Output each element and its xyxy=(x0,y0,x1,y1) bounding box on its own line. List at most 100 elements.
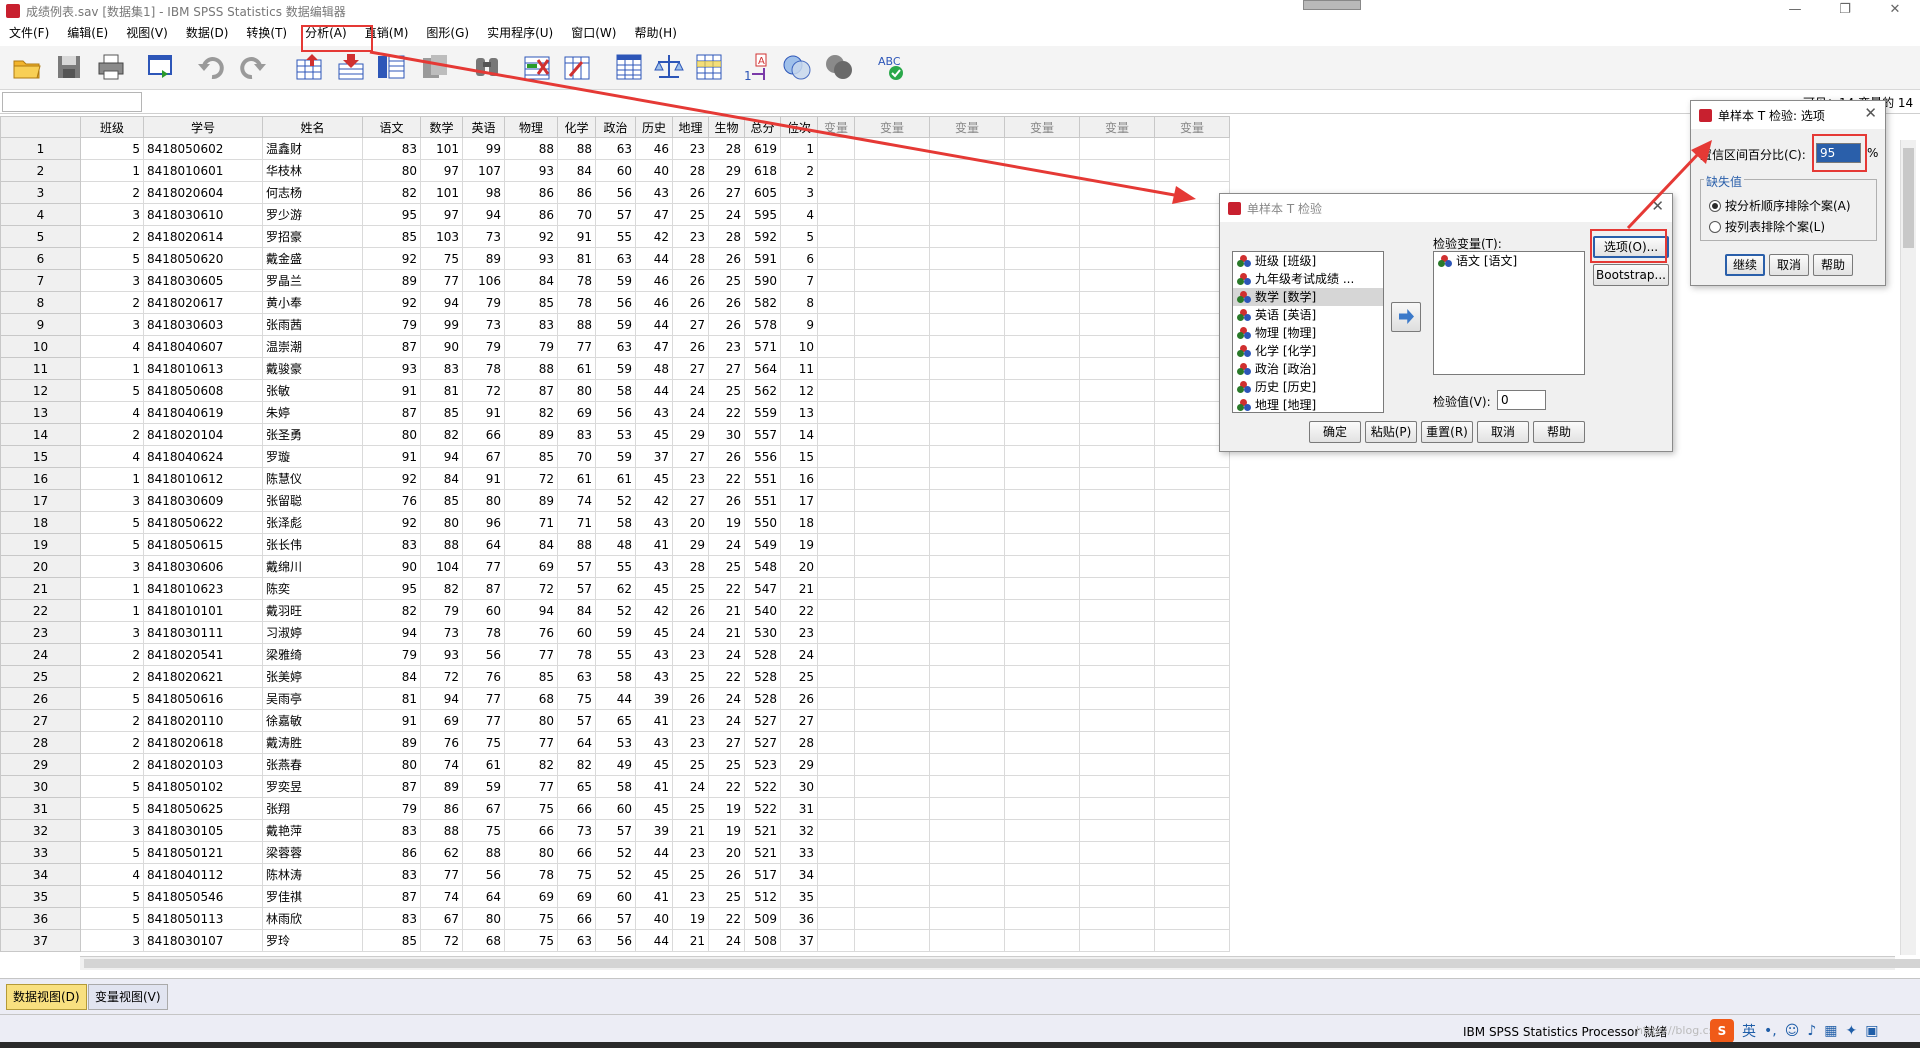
data-cell[interactable]: 21 xyxy=(780,577,818,600)
data-cell[interactable]: 77 xyxy=(420,863,463,886)
column-header-empty-var[interactable]: 变量 xyxy=(1154,116,1230,138)
data-cell[interactable]: 张敏 xyxy=(262,379,363,402)
data-cell[interactable]: 82 xyxy=(504,753,558,776)
horizontal-scrollbar[interactable] xyxy=(80,956,1920,970)
data-cell[interactable]: 84 xyxy=(420,467,463,490)
data-cell[interactable]: 69 xyxy=(557,885,596,908)
data-cell[interactable]: 87 xyxy=(362,401,421,424)
row-number-cell[interactable]: 30 xyxy=(0,775,81,798)
data-cell[interactable]: 8418010601 xyxy=(143,159,263,182)
data-cell[interactable]: 87 xyxy=(504,379,558,402)
data-cell[interactable]: 78 xyxy=(557,291,596,314)
data-cell[interactable]: 97 xyxy=(420,159,463,182)
data-cell[interactable]: 29 xyxy=(780,753,818,776)
variables-icon[interactable] xyxy=(376,52,406,82)
data-cell[interactable]: 8418010613 xyxy=(143,357,263,380)
menu-utilities[interactable]: 实用程序(U) xyxy=(478,22,562,44)
data-cell[interactable]: 43 xyxy=(635,511,673,534)
data-cell[interactable]: 605 xyxy=(744,181,781,204)
data-cell[interactable]: 69 xyxy=(557,401,596,424)
data-cell[interactable]: 49 xyxy=(595,753,636,776)
row-number-cell[interactable]: 22 xyxy=(0,599,81,622)
continue-button[interactable]: 继续 xyxy=(1725,254,1765,276)
data-cell[interactable]: 34 xyxy=(780,863,818,886)
data-cell[interactable]: 76 xyxy=(420,731,463,754)
empty-cell[interactable] xyxy=(1154,555,1230,578)
data-cell[interactable]: 77 xyxy=(504,643,558,666)
data-cell[interactable]: 80 xyxy=(362,159,421,182)
empty-cell[interactable] xyxy=(1004,291,1080,314)
data-cell[interactable]: 592 xyxy=(744,225,781,248)
data-cell[interactable]: 57 xyxy=(595,819,636,842)
column-header[interactable]: 化学 xyxy=(557,116,596,138)
data-cell[interactable]: 81 xyxy=(362,687,421,710)
empty-cell[interactable] xyxy=(1154,797,1230,820)
empty-cell[interactable] xyxy=(817,819,855,842)
data-cell[interactable]: 3 xyxy=(80,819,144,842)
empty-cell[interactable] xyxy=(1154,511,1230,534)
table-row[interactable]: 34 4 8418040112 陈林涛 83 77 56 78 75 52 45 25 26 517 34 xyxy=(0,863,1305,886)
data-cell[interactable]: 张圣勇 xyxy=(262,423,363,446)
data-cell[interactable]: 94 xyxy=(420,687,463,710)
empty-cell[interactable] xyxy=(1004,467,1080,490)
data-cell[interactable]: 82 xyxy=(420,577,463,600)
table-row[interactable]: 24 2 8418020541 梁雅绮 79 93 56 77 78 55 43 23 24 528 24 xyxy=(0,643,1305,666)
table-row[interactable]: 19 5 8418050615 张长伟 83 88 64 84 88 48 41 29 24 549 19 xyxy=(0,533,1305,556)
data-cell[interactable]: 76 xyxy=(362,489,421,512)
data-cell[interactable]: 24 xyxy=(708,709,745,732)
empty-cell[interactable] xyxy=(1004,731,1080,754)
data-cell[interactable]: 陈慧仪 xyxy=(262,467,363,490)
data-cell[interactable]: 59 xyxy=(595,621,636,644)
empty-cell[interactable] xyxy=(929,885,1005,908)
data-cell[interactable]: 8418050121 xyxy=(143,841,263,864)
data-cell[interactable]: 27 xyxy=(708,731,745,754)
data-cell[interactable]: 8418030606 xyxy=(143,555,263,578)
empty-cell[interactable] xyxy=(1154,665,1230,688)
empty-cell[interactable] xyxy=(929,819,1005,842)
data-cell[interactable]: 564 xyxy=(744,357,781,380)
data-cell[interactable]: 77 xyxy=(462,709,505,732)
data-cell[interactable]: 张美婷 xyxy=(262,665,363,688)
data-cell[interactable]: 5 xyxy=(80,137,144,160)
print-icon[interactable] xyxy=(96,52,126,82)
data-cell[interactable]: 30 xyxy=(708,423,745,446)
data-cell[interactable]: 88 xyxy=(420,533,463,556)
data-cell[interactable]: 52 xyxy=(595,863,636,886)
data-cell[interactable]: 21 xyxy=(672,929,709,952)
microphone-icon[interactable]: ♪ xyxy=(1807,1023,1816,1039)
empty-cell[interactable] xyxy=(817,247,855,270)
empty-cell[interactable] xyxy=(817,731,855,754)
empty-cell[interactable] xyxy=(1004,555,1080,578)
data-cell[interactable]: 8418020103 xyxy=(143,753,263,776)
empty-cell[interactable] xyxy=(1004,907,1080,930)
row-number-cell[interactable]: 2 xyxy=(0,159,81,182)
data-cell[interactable]: 戴艳萍 xyxy=(262,819,363,842)
data-cell[interactable]: 43 xyxy=(635,401,673,424)
empty-cell[interactable] xyxy=(929,467,1005,490)
empty-cell[interactable] xyxy=(929,445,1005,468)
data-cell[interactable]: 31 xyxy=(780,797,818,820)
data-cell[interactable]: 2 xyxy=(80,731,144,754)
data-cell[interactable]: 95 xyxy=(362,577,421,600)
data-cell[interactable]: 27 xyxy=(672,357,709,380)
column-header[interactable]: 生物 xyxy=(708,116,745,138)
data-cell[interactable]: 540 xyxy=(744,599,781,622)
data-cell[interactable]: 45 xyxy=(635,863,673,886)
data-cell[interactable]: 46 xyxy=(635,269,673,292)
data-cell[interactable]: 21 xyxy=(708,599,745,622)
data-cell[interactable]: 87 xyxy=(462,577,505,600)
data-cell[interactable]: 56 xyxy=(595,401,636,424)
data-cell[interactable]: 19 xyxy=(708,819,745,842)
data-cell[interactable]: 44 xyxy=(595,687,636,710)
data-cell[interactable]: 57 xyxy=(557,555,596,578)
data-cell[interactable]: 94 xyxy=(420,291,463,314)
empty-cell[interactable] xyxy=(1079,885,1155,908)
data-cell[interactable]: 12 xyxy=(780,379,818,402)
data-cell[interactable]: 101 xyxy=(420,181,463,204)
data-cell[interactable]: 92 xyxy=(362,291,421,314)
data-cell[interactable]: 17 xyxy=(780,489,818,512)
data-cell[interactable]: 79 xyxy=(420,599,463,622)
empty-cell[interactable] xyxy=(1079,269,1155,292)
emoji-icon[interactable]: ☺ xyxy=(1785,1023,1800,1039)
empty-cell[interactable] xyxy=(1079,313,1155,336)
